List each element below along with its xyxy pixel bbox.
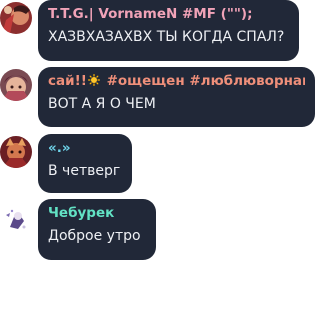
sender-tags: #ощещен #люблюворнаме [101,73,305,89]
message-sender[interactable]: Чебурек [48,204,146,222]
message-text: В четверг [48,163,121,179]
avatar-anime-icon [0,69,32,101]
avatar-anime-icon [0,136,32,168]
avatar-sticker-icon [2,205,30,233]
message-bubble[interactable]: «.» В четверг [38,134,132,193]
chat-message-list: T.T.G.| VornameN #MF (""); ХАЗВХАЗАХВХ Т… [0,0,320,312]
message-row: «.» В четверг [0,134,320,196]
avatar[interactable] [0,69,32,101]
message-sender[interactable]: сай!! #ощещен #люблюворнаме [48,72,305,90]
message-text: ХАЗВХАЗАХВХ ТЫ КОГДА СПАЛ? [48,29,285,45]
avatar[interactable] [2,205,30,233]
message-sender[interactable]: T.T.G.| VornameN #MF (""); [48,5,289,23]
message-row: T.T.G.| VornameN #MF (""); ХАЗВХАЗАХВХ Т… [0,0,320,62]
message-row: Чебурек Доброе утро [0,199,320,261]
avatar[interactable] [0,136,32,168]
sender-name-part: сай!! [48,73,87,89]
avatar-anime-icon [0,2,32,34]
message-bubble[interactable]: сай!! #ощещен #люблюворнаме ВОТ А Я О ЧЕ… [38,67,315,127]
message-bubble[interactable]: T.T.G.| VornameN #MF (""); ХАЗВХАЗАХВХ Т… [38,0,299,61]
message-text: Доброе утро [48,228,141,244]
message-text: ВОТ А Я О ЧЕМ [48,96,156,112]
message-sender[interactable]: «.» [48,139,122,157]
message-row: сай!! #ощещен #люблюворнаме ВОТ А Я О ЧЕ… [0,67,320,129]
avatar[interactable] [0,2,32,34]
message-bubble[interactable]: Чебурек Доброе утро [38,199,156,260]
sun-emoji-icon [87,74,100,86]
